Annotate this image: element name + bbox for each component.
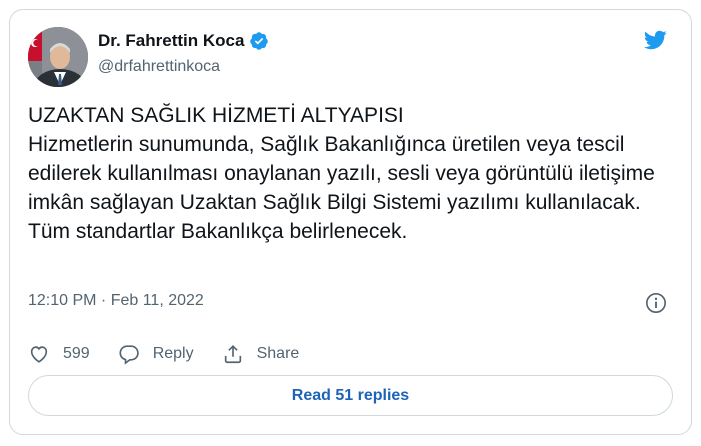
reply-button[interactable]: Reply <box>118 343 194 365</box>
tweet-meta-row: 12:10 PM · Feb 11, 2022 <box>28 292 673 314</box>
share-label: Share <box>256 345 300 362</box>
tweet-actions: 599 Reply Share <box>28 343 327 365</box>
like-count: 599 <box>63 345 90 362</box>
like-button[interactable]: 599 <box>28 343 90 365</box>
info-icon[interactable] <box>645 292 667 314</box>
author-avatar[interactable] <box>28 27 88 87</box>
tweet-timestamp[interactable]: 12:10 PM · Feb 11, 2022 <box>28 292 204 309</box>
reply-label: Reply <box>152 345 194 362</box>
twitter-bird-icon[interactable] <box>641 28 669 52</box>
tweet-card: Dr. Fahrettin Koca @drfahrettinkoca UZAK… <box>9 9 692 435</box>
share-button[interactable]: Share <box>222 343 300 365</box>
heart-icon <box>30 346 48 363</box>
reply-icon <box>119 345 139 365</box>
author-name[interactable]: Dr. Fahrettin Koca <box>98 31 244 51</box>
author-handle[interactable]: @drfahrettinkoca <box>98 58 220 76</box>
share-icon <box>224 345 241 364</box>
verified-badge-icon <box>249 31 269 51</box>
read-replies-button[interactable]: Read 51 replies <box>28 375 673 416</box>
tweet-text: UZAKTAN SAĞLIK HİZMETİ ALTYAPISI Hizmetl… <box>28 104 655 243</box>
author-name-row: Dr. Fahrettin Koca <box>98 31 269 51</box>
